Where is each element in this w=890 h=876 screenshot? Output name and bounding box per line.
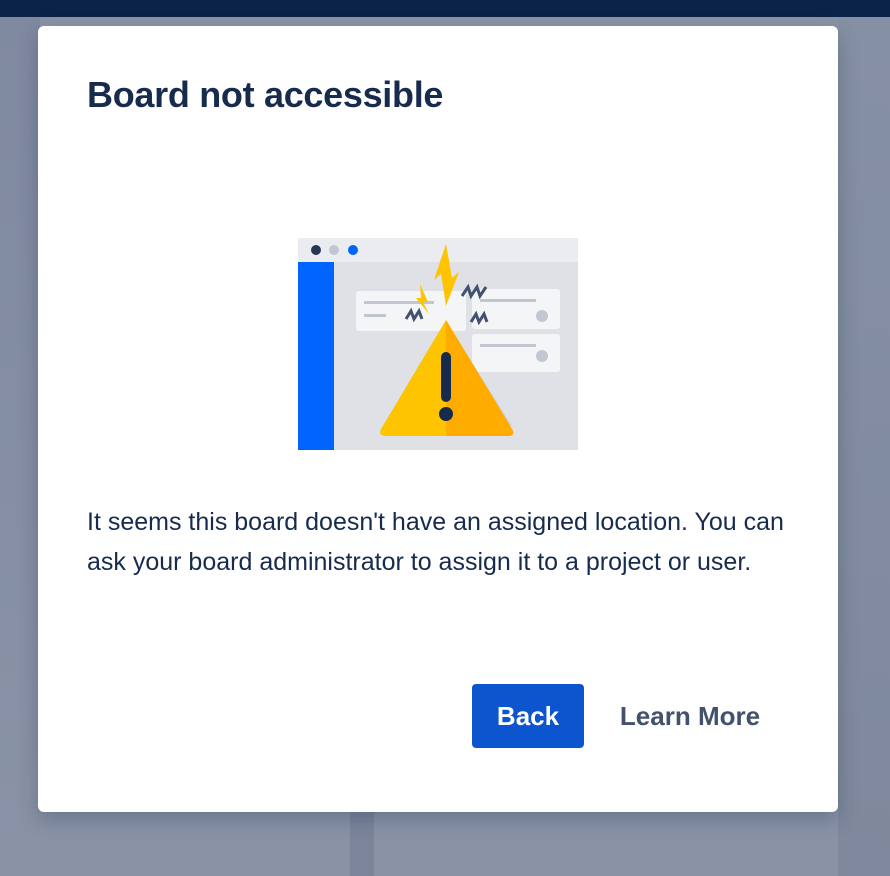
background-panel-right [838,17,890,876]
board-not-accessible-dialog: Board not accessible It seems this board… [38,26,838,812]
window-dot-icon [348,245,358,255]
window-dot-icon [311,245,321,255]
dialog-title: Board not accessible [87,74,444,115]
page: Board not accessible It seems this board… [0,0,890,876]
dialog-message: It seems this board doesn't have an assi… [87,508,784,576]
window-dot-icon [329,245,339,255]
exclamation-mark-icon [441,352,451,402]
sidebar-illustration [298,262,334,450]
background-divider [350,812,374,876]
background-panel-left [0,17,40,876]
back-button[interactable]: Back [472,684,584,748]
warning-illustration [298,238,578,450]
learn-more-button[interactable]: Learn More [608,684,772,748]
top-navigation-bar [0,0,890,17]
